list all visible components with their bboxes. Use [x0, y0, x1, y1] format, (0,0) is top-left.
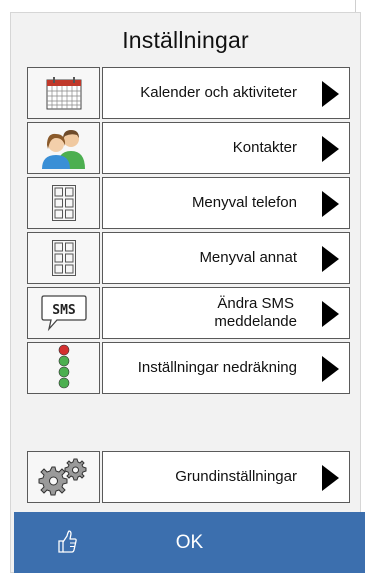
panel-edge: [355, 0, 366, 12]
calendar-label-box[interactable]: Kalender och aktiviteter: [102, 67, 350, 119]
sms-icon: SMS: [40, 295, 87, 332]
other-menu-icon-box[interactable]: [27, 232, 100, 284]
calendar-icon-box[interactable]: [27, 67, 100, 119]
other-menu-label-box[interactable]: Menyval annat: [102, 232, 350, 284]
arrow-right-icon: [322, 246, 339, 272]
calendar-icon: [46, 77, 81, 110]
contacts-icon: [41, 130, 85, 169]
basic-settings-label-box[interactable]: Grundinställningar: [102, 451, 350, 503]
phone-menu-icon-box[interactable]: [27, 177, 100, 229]
menu-item-label: Grundinställningar: [175, 468, 297, 485]
menu-item-basic-settings[interactable]: Grundinställningar: [27, 451, 350, 503]
grid-icon: [51, 240, 76, 276]
arrow-right-icon: [322, 301, 339, 327]
arrow-right-icon: [322, 191, 339, 217]
menu-item-phone-menu[interactable]: Menyval telefon: [27, 177, 350, 229]
sms-label-box[interactable]: Ändra SMS meddelande: [102, 287, 350, 339]
basic-settings-icon-box[interactable]: [27, 451, 100, 503]
arrow-right-icon: [322, 356, 339, 382]
page-title: Inställningar: [122, 27, 249, 53]
arrow-right-icon: [322, 465, 339, 491]
sms-icon-text: SMS: [52, 303, 76, 318]
ok-label: OK: [175, 531, 204, 553]
countdown-label-box[interactable]: Inställningar nedräkning: [102, 342, 350, 394]
menu-item-label: Kontakter: [232, 139, 297, 156]
gears-icon: [38, 458, 86, 496]
menu-item-contacts[interactable]: Kontakter: [27, 122, 350, 174]
menu-item-calendar[interactable]: Kalender och aktiviteter: [27, 67, 350, 119]
grid-icon: [51, 185, 76, 221]
contacts-label-box[interactable]: Kontakter: [102, 122, 350, 174]
menu-item-label: Menyval annat: [199, 249, 297, 266]
phone-menu-label-box[interactable]: Menyval telefon: [102, 177, 350, 229]
traffic-light-icon: [58, 344, 69, 389]
arrow-right-icon: [322, 136, 339, 162]
contacts-icon-box[interactable]: [27, 122, 100, 174]
arrow-right-icon: [322, 81, 339, 107]
top-strip: [0, 0, 366, 12]
menu-item-label: Kalender och aktiviteter: [140, 84, 297, 101]
menu-item-other-menu[interactable]: Menyval annat: [27, 232, 350, 284]
sms-icon-box[interactable]: SMS: [27, 287, 100, 339]
menu-item-sms[interactable]: SMS Ändra SMS meddelande: [27, 287, 350, 339]
menu-item-label: Menyval telefon: [191, 194, 297, 211]
menu-item-countdown[interactable]: Inställningar nedräkning: [27, 342, 350, 394]
menu-item-label: Ändra SMS meddelande: [214, 295, 297, 330]
countdown-icon-box[interactable]: [27, 342, 100, 394]
ok-button[interactable]: OK: [14, 512, 365, 573]
menu-item-label: Inställningar nedräkning: [137, 359, 297, 376]
